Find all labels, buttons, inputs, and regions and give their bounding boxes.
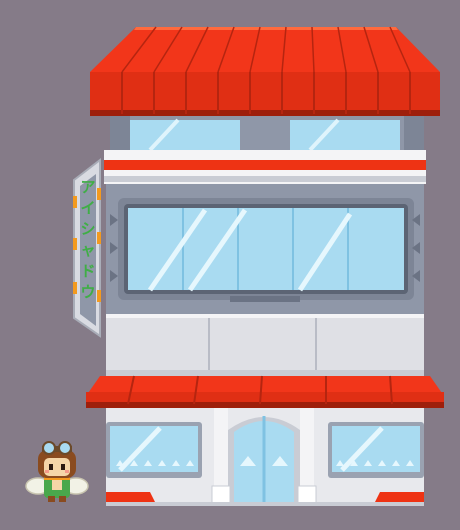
vertical-shop-sign[interactable]: アイシャドウ: [73, 157, 101, 338]
left-shop-window: [106, 422, 202, 478]
large-window: [128, 208, 404, 292]
sign-glyph: ド: [80, 262, 95, 280]
sign-glyph: ウ: [80, 283, 95, 301]
sign-glyph: ア: [80, 178, 95, 196]
sign-glyph: シ: [80, 220, 95, 238]
top-floor: [110, 116, 424, 152]
sign-glyph: イ: [80, 199, 95, 217]
game-scene: アイシャドウ: [0, 0, 460, 530]
right-shop-window: [328, 422, 424, 478]
top-awning: [90, 26, 440, 116]
lower-awning: [86, 375, 444, 408]
stripe-band: [104, 150, 426, 184]
entrance-door[interactable]: [228, 416, 300, 504]
middle-floor: [106, 184, 424, 314]
ground-floor: [106, 408, 424, 506]
panel-band: [106, 314, 424, 376]
sign-glyph: ャ: [80, 241, 95, 259]
shop-building[interactable]: [86, 26, 444, 506]
